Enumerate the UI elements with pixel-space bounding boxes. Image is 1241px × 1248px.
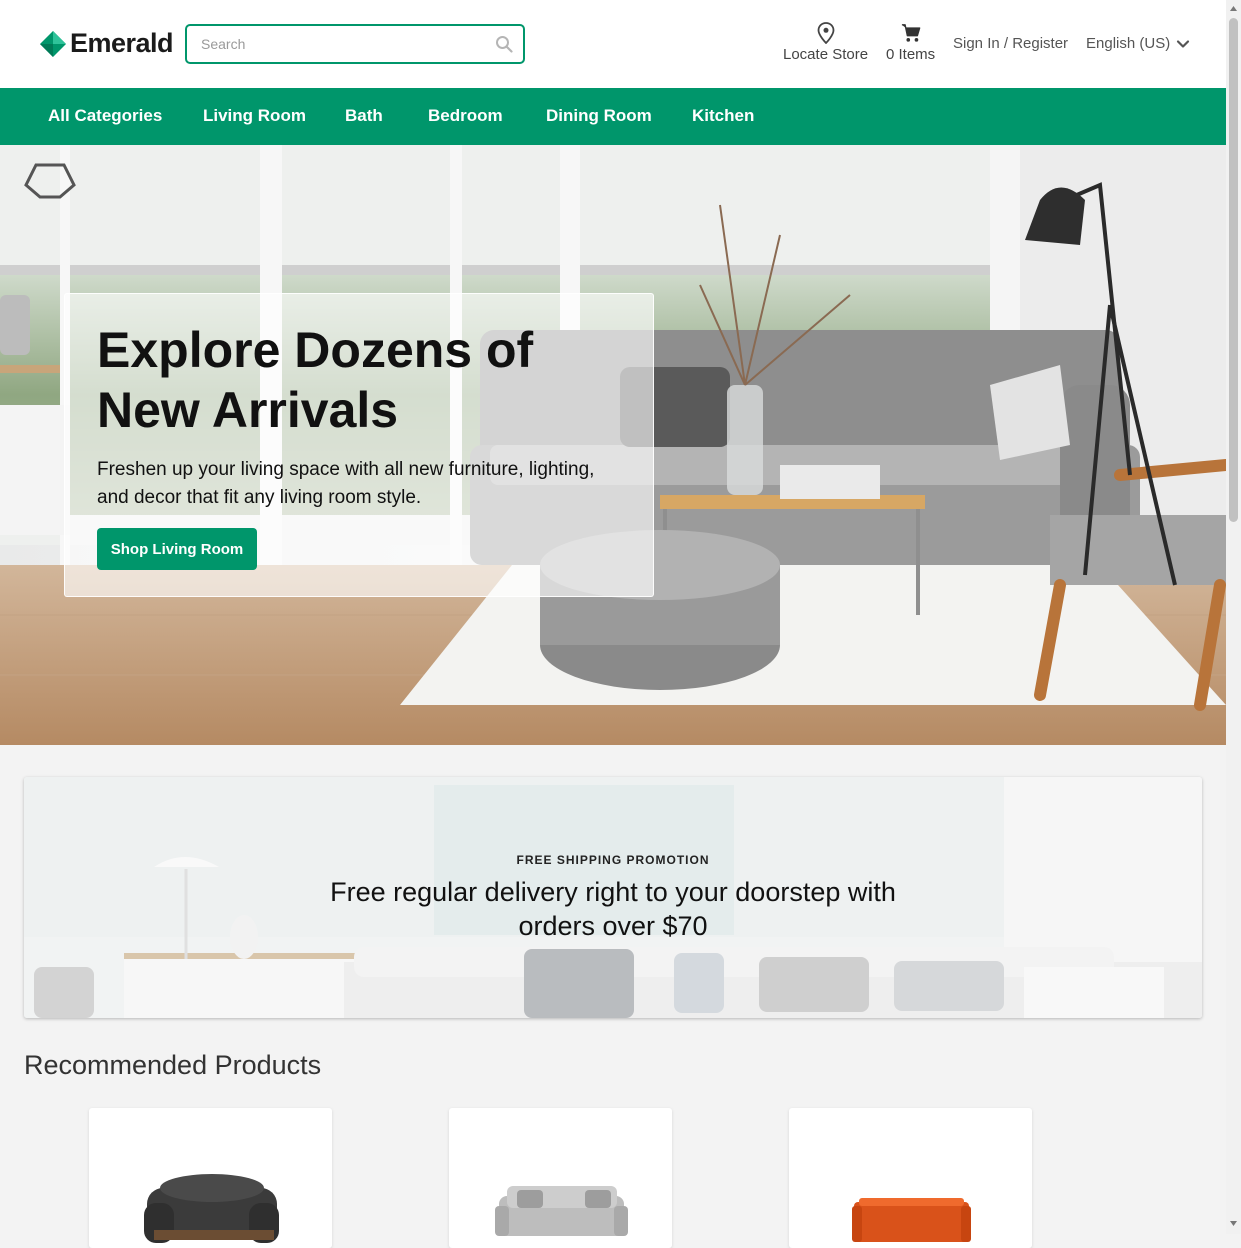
product-image-leather-armchair — [144, 1174, 279, 1243]
cart-link[interactable]: 0 Items — [886, 22, 935, 63]
locate-store-link[interactable]: Locate Store — [783, 22, 868, 63]
search-icon[interactable] — [495, 35, 513, 53]
locate-store-label: Locate Store — [783, 46, 869, 63]
brand-name: Emerald — [70, 28, 174, 58]
location-pin-icon — [817, 22, 834, 44]
page-scrollbar[interactable] — [1226, 0, 1241, 1234]
product-card[interactable] — [449, 1108, 672, 1248]
brand-logo[interactable]: Emerald — [40, 28, 174, 59]
promo-eyebrow: FREE SHIPPING PROMOTION — [516, 853, 710, 867]
nav-item-living-room[interactable]: Living Room — [203, 106, 306, 126]
product-card[interactable] — [89, 1108, 332, 1248]
free-shipping-promo-banner[interactable]: FREE SHIPPING PROMOTION Free regular del… — [24, 777, 1202, 1018]
product-image-gray-sofa — [495, 1186, 628, 1236]
nav-item-all-categories[interactable]: All Categories — [48, 106, 162, 126]
sign-in-register-link[interactable]: Sign In / Register — [953, 35, 1068, 52]
product-card[interactable] — [789, 1108, 1032, 1248]
emerald-logo-icon — [40, 30, 66, 57]
category-nav: All Categories Living Room Bath Bedroom … — [0, 88, 1226, 145]
hero-subtitle: Freshen up your living space with all ne… — [97, 459, 595, 508]
chevron-down-icon — [1177, 39, 1190, 48]
hero-title: Explore Dozens of New Arrivals — [97, 322, 534, 438]
cart-icon — [901, 24, 920, 42]
hero-card: Explore Dozens of New Arrivals Freshen u… — [64, 293, 654, 597]
hero-banner: Explore Dozens of New Arrivals Freshen u… — [0, 145, 1226, 745]
recommended-products-heading: Recommended Products — [24, 1050, 322, 1080]
nav-item-dining-room[interactable]: Dining Room — [546, 106, 652, 126]
language-selector[interactable]: English (US) — [1086, 35, 1190, 52]
language-label: English (US) — [1086, 35, 1171, 52]
nav-item-bedroom[interactable]: Bedroom — [428, 106, 503, 126]
promo-message: Free regular delivery right to your door… — [330, 877, 896, 941]
search-box — [185, 24, 525, 64]
cart-label: 0 Items — [886, 46, 936, 63]
shop-living-room-button[interactable]: Shop Living Room — [97, 528, 257, 570]
scroll-down-arrow-icon[interactable] — [1229, 1219, 1238, 1228]
product-image-orange-sofa — [852, 1198, 971, 1242]
scrollbar-thumb[interactable] — [1229, 18, 1238, 522]
site-header: Emerald Locate Store 0 Items Sign In / R… — [0, 0, 1226, 88]
nav-item-kitchen[interactable]: Kitchen — [692, 106, 754, 126]
search-input[interactable] — [201, 26, 481, 62]
nav-item-bath[interactable]: Bath — [345, 106, 383, 126]
scroll-up-arrow-icon[interactable] — [1229, 4, 1238, 13]
